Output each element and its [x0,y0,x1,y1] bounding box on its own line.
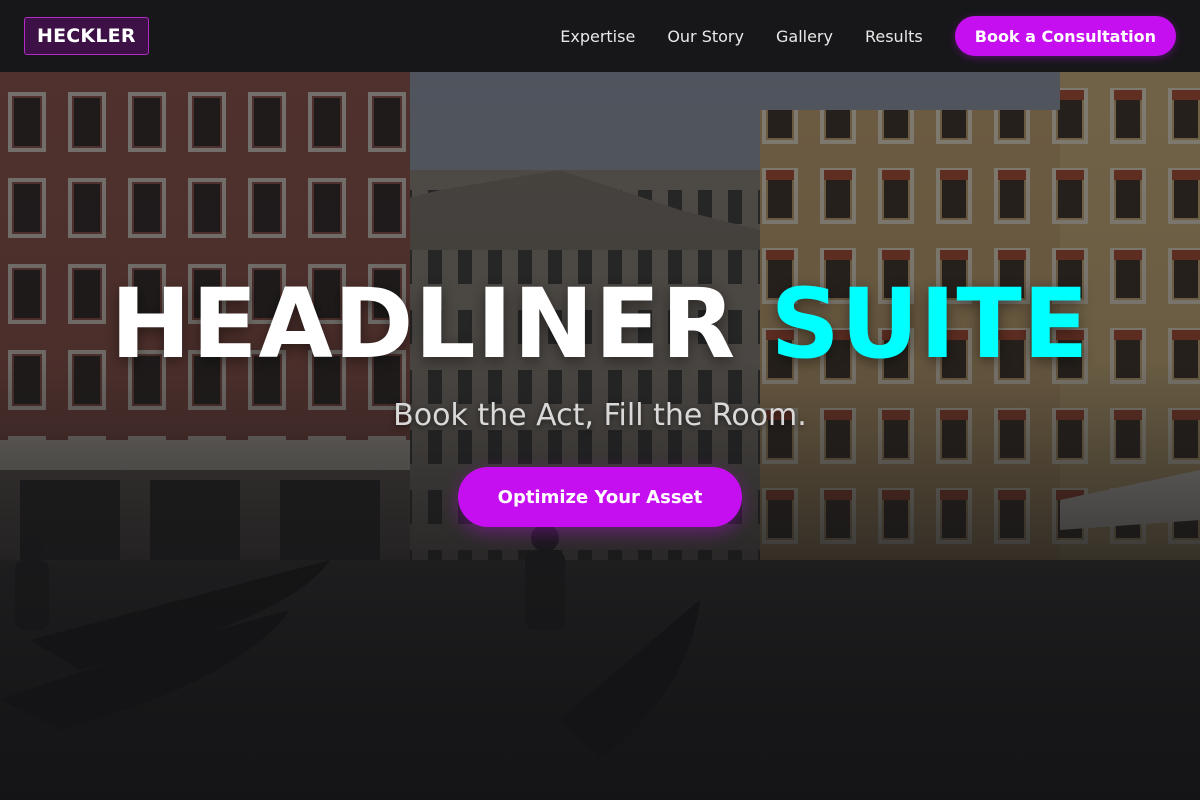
hero-title-accent: SUITE [770,268,1090,380]
optimize-asset-button[interactable]: Optimize Your Asset [458,467,742,527]
nav-link-gallery[interactable]: Gallery [776,27,833,46]
hero-title: HEADLINER SUITE [0,270,1200,378]
nav-link-results[interactable]: Results [865,27,923,46]
top-navbar: HECKLER Expertise Our Story Gallery Resu… [0,0,1200,72]
book-consultation-button[interactable]: Book a Consultation [954,16,1176,56]
hero-title-main: HEADLINER [110,268,737,380]
nav-link-our-story[interactable]: Our Story [667,27,744,46]
hero-section: HEADLINER SUITE Book the Act, Fill the R… [0,270,1200,527]
nav-link-expertise[interactable]: Expertise [560,27,635,46]
hero-subtitle: Book the Act, Fill the Room. [393,398,807,433]
brand-logo[interactable]: HECKLER [24,17,149,55]
main-nav: Expertise Our Story Gallery Results Book… [560,16,1176,56]
brand-name: HECKLER [37,25,136,47]
